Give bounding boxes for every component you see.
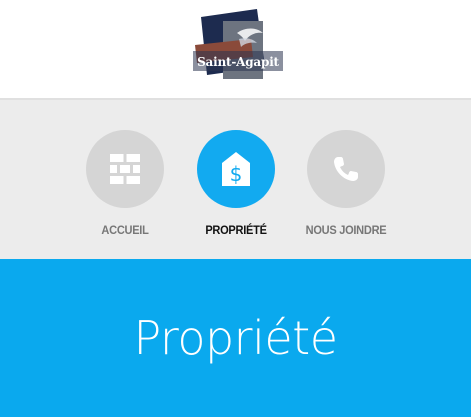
- logo-text: Saint-Agapit: [197, 55, 279, 69]
- nav-item-accueil[interactable]: ACCUEIL: [70, 130, 180, 237]
- saint-agapit-logo[interactable]: Saint-Agapit: [193, 9, 283, 83]
- svg-text:$: $: [230, 162, 243, 186]
- site-header: Saint-Agapit: [0, 0, 471, 98]
- page-banner: Propriété: [0, 259, 471, 417]
- main-navigation: ACCUEIL $ PROPRIÉTÉ NOUS JOINDRE: [0, 98, 471, 259]
- nav-item-nous-joindre[interactable]: NOUS JOINDRE: [291, 130, 401, 237]
- nav-circle-propriete[interactable]: $: [197, 130, 275, 208]
- page-title: Propriété: [133, 311, 338, 365]
- nav-item-propriete[interactable]: $ PROPRIÉTÉ: [181, 130, 291, 237]
- nav-circle-nous-joindre[interactable]: [307, 130, 385, 208]
- brick-wall-icon: [110, 154, 140, 184]
- nav-circle-accueil[interactable]: [86, 130, 164, 208]
- logo-emblem: [193, 9, 283, 79]
- nav-label-nous-joindre: NOUS JOINDRE: [305, 223, 387, 237]
- house-dollar-icon: $: [222, 152, 250, 186]
- nav-label-accueil: ACCUEIL: [101, 223, 149, 237]
- phone-icon: [334, 157, 358, 181]
- nav-label-propriete: PROPRIÉTÉ: [205, 223, 267, 237]
